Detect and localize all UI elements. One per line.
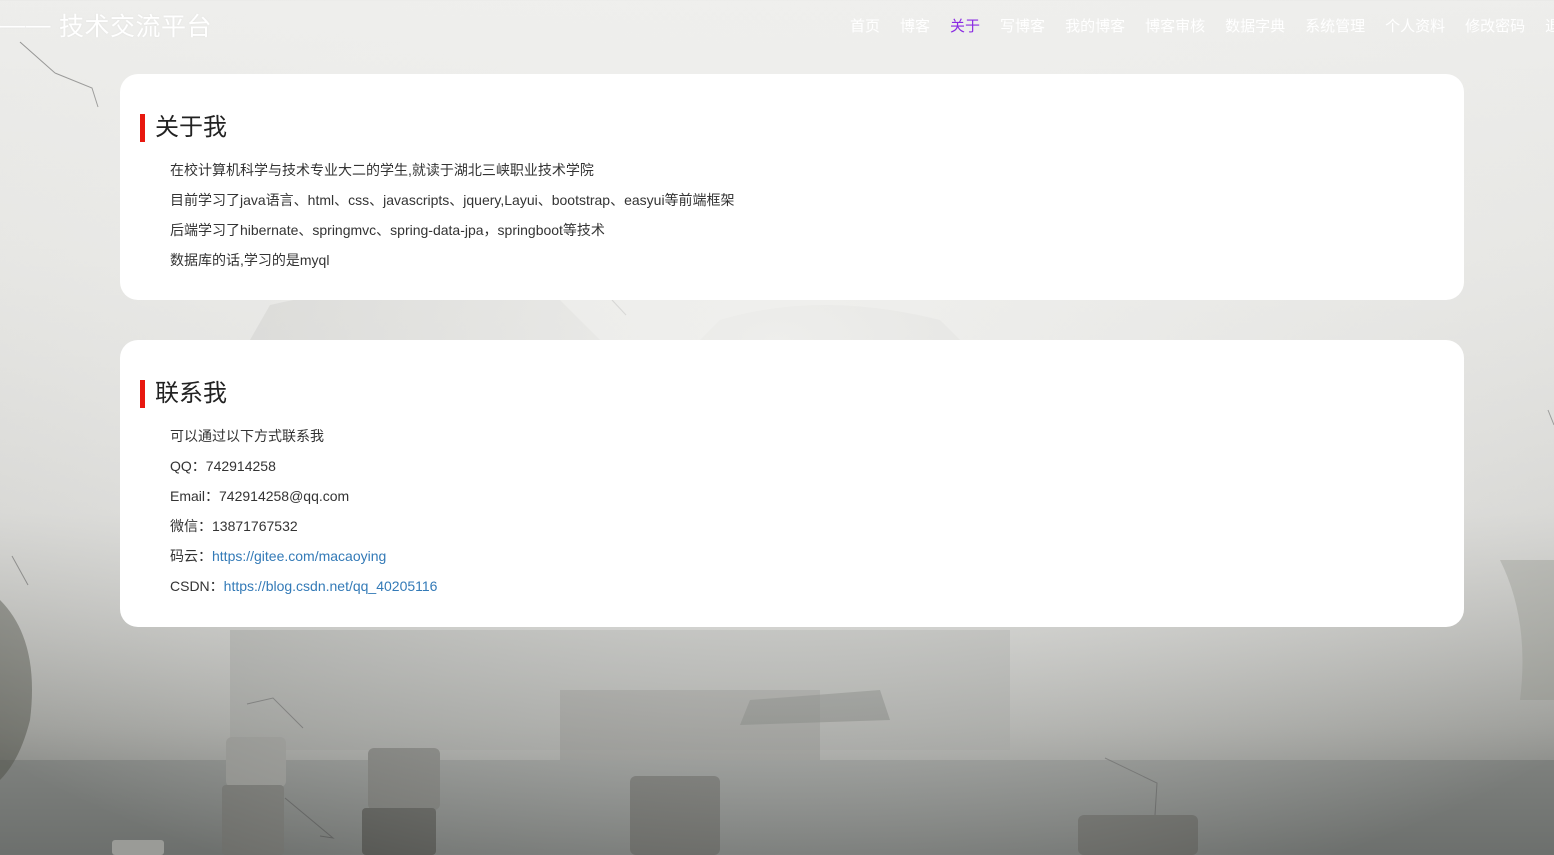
wechat-value: 13871767532 — [212, 518, 298, 534]
brand-text: 技术交流平台 — [59, 13, 213, 41]
gitee-link[interactable]: https://gitee.com/macaoying — [212, 548, 386, 564]
nav-item-about[interactable]: 关于 — [950, 16, 980, 38]
nav-item-data-dictionary[interactable]: 数据字典 — [1225, 16, 1285, 38]
about-line: 后端学习了hibernate、springmvc、spring-data-jpa… — [170, 222, 605, 238]
contact-intro: 可以通过以下方式联系我 — [170, 428, 324, 444]
csdn-label: CSDN： — [170, 578, 224, 594]
contact-lines: 可以通过以下方式联系我 QQ：742914258 Email：742914258… — [170, 426, 437, 606]
contact-card: 联系我 可以通过以下方式联系我 QQ：742914258 Email：74291… — [120, 340, 1464, 627]
nav-item-write-blog[interactable]: 写博客 — [1000, 16, 1045, 38]
nav-item-my-blog[interactable]: 我的博客 — [1065, 16, 1125, 38]
nav-item-change-password[interactable]: 修改密码 — [1465, 16, 1525, 38]
nav-item-logout[interactable]: 退 — [1545, 16, 1554, 38]
brand-dash: —— — [0, 10, 51, 39]
email-label: Email： — [170, 488, 220, 504]
about-line: 在校计算机科学与技术专业大二的学生,就读于湖北三峡职业技术学院 — [170, 162, 594, 178]
email-value: 742914258@qq.com — [219, 488, 350, 504]
nav-item-system-admin[interactable]: 系统管理 — [1305, 16, 1365, 38]
contact-email-row: Email：742914258@qq.com — [170, 486, 437, 516]
contact-gitee-row: 码云：https://gitee.com/macaoying — [170, 546, 437, 576]
qq-value: 742914258 — [205, 458, 276, 474]
csdn-link[interactable]: https://blog.csdn.net/qq_40205116 — [224, 578, 438, 594]
contact-wechat-row: 微信：13871767532 — [170, 516, 437, 546]
main-nav: 首页 博客 关于 写博客 我的博客 博客审核 数据字典 系统管理 个人资料 修改… — [850, 16, 1554, 38]
about-title: 关于我 — [140, 114, 227, 142]
about-line: 目前学习了java语言、html、css、javascripts、jquery,… — [170, 192, 735, 208]
qq-label: QQ： — [170, 458, 206, 474]
wechat-label: 微信： — [170, 518, 212, 534]
about-lines: 在校计算机科学与技术专业大二的学生,就读于湖北三峡职业技术学院 目前学习了jav… — [170, 160, 735, 280]
contact-csdn-row: CSDN：https://blog.csdn.net/qq_40205116 — [170, 576, 437, 606]
nav-item-blog[interactable]: 博客 — [900, 16, 930, 38]
nav-item-profile[interactable]: 个人资料 — [1385, 16, 1445, 38]
about-card: 关于我 在校计算机科学与技术专业大二的学生,就读于湖北三峡职业技术学院 目前学习… — [120, 74, 1464, 300]
gitee-label: 码云： — [170, 548, 212, 564]
contact-title: 联系我 — [140, 380, 227, 408]
contact-qq-row: QQ：742914258 — [170, 456, 437, 486]
nav-item-blog-review[interactable]: 博客审核 — [1145, 16, 1205, 38]
nav-item-home[interactable]: 首页 — [850, 16, 880, 38]
about-line: 数据库的话,学习的是myql — [170, 252, 330, 268]
brand-title[interactable]: —— 技术交流平台 — [0, 8, 212, 42]
